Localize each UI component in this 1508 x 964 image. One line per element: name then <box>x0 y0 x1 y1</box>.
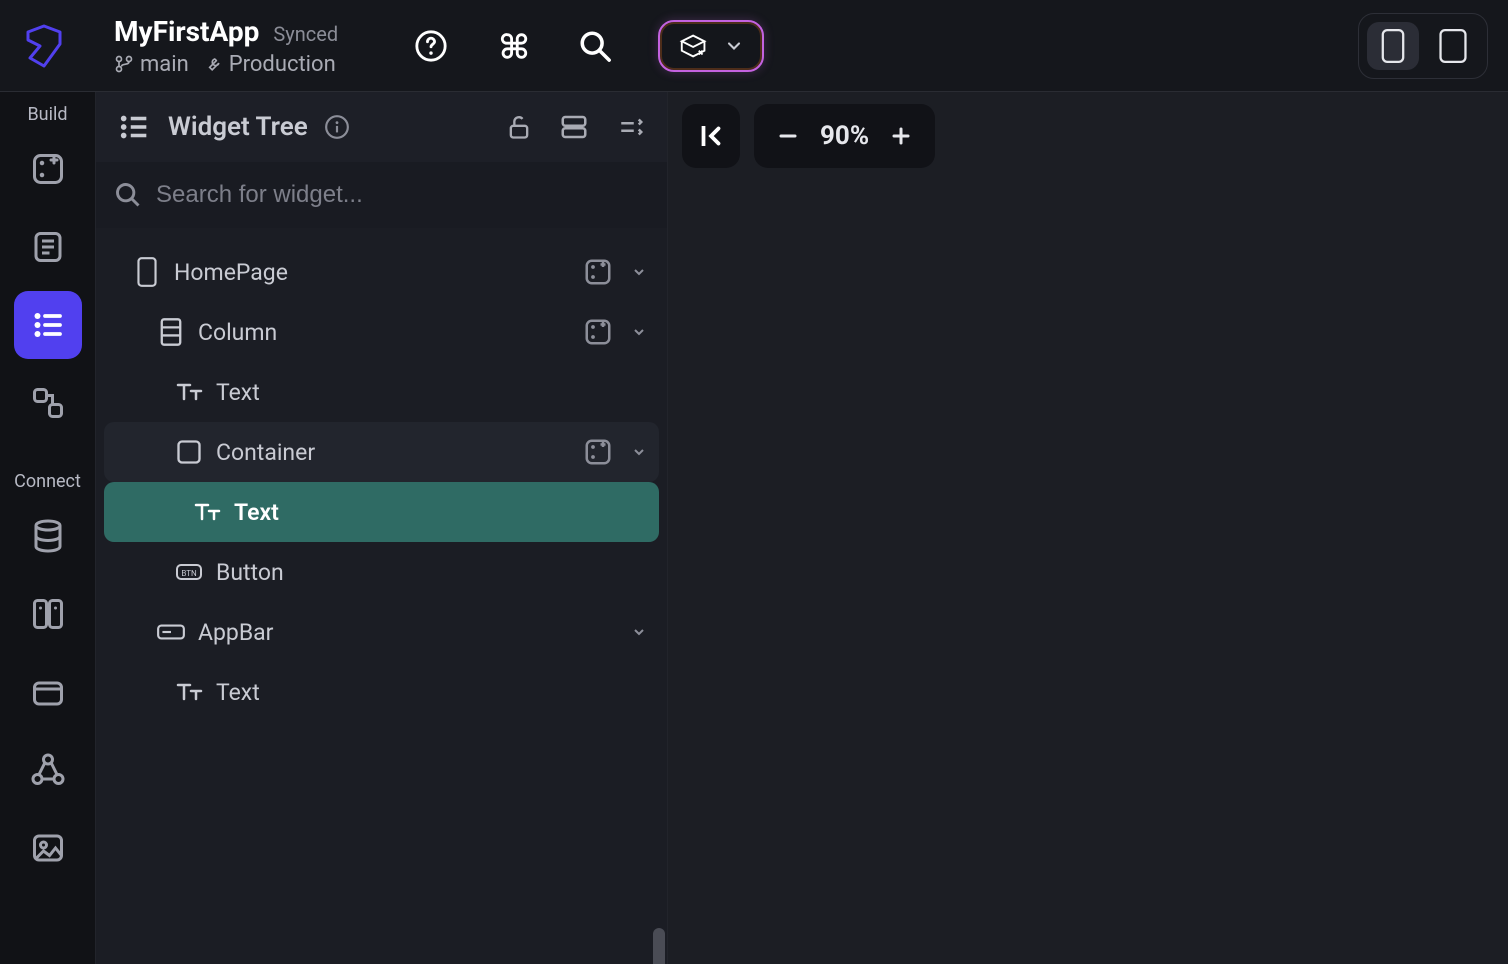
zoom-in-button[interactable] <box>879 114 923 158</box>
zoom-out-button[interactable] <box>766 114 810 158</box>
tree-row-label: HomePage <box>174 259 583 286</box>
sync-status: Synced <box>273 22 338 46</box>
tree-row-label: Button <box>216 559 647 586</box>
container-icon <box>175 438 203 466</box>
appbar-icon <box>156 622 186 642</box>
branch-icon <box>114 54 134 74</box>
svg-text:BTN: BTN <box>181 569 197 578</box>
ai-icon <box>678 30 712 62</box>
tree-row-button[interactable]: BTN Button <box>104 542 659 602</box>
env-name: Production <box>229 52 336 77</box>
rail-widget-tree[interactable] <box>14 291 82 359</box>
command-icon[interactable] <box>494 27 532 65</box>
rail-appstate[interactable] <box>14 658 82 726</box>
chevron-down-icon[interactable] <box>631 624 647 640</box>
tree-title: Widget Tree <box>168 112 308 142</box>
tree-panel: Widget Tree HomePage <box>96 92 668 964</box>
top-icons <box>412 20 764 72</box>
column-icon <box>159 317 183 347</box>
chevron-down-icon[interactable] <box>631 264 647 280</box>
nav-rail: Build Connect <box>0 92 96 964</box>
rows-icon[interactable] <box>559 112 589 142</box>
top-bar: MyFirstApp Synced main Production <box>0 0 1508 92</box>
tree-row-label: Text <box>216 679 647 706</box>
tool-icon <box>203 54 223 74</box>
search-icon[interactable] <box>576 27 614 65</box>
tree-scroll[interactable]: HomePage Column Text Con <box>96 228 667 964</box>
app-logo-icon[interactable] <box>14 16 74 76</box>
tree-row-label: Text <box>234 499 647 526</box>
add-child-icon[interactable] <box>583 317 613 347</box>
button-icon: BTN <box>175 560 203 584</box>
tree-search-input[interactable] <box>156 181 649 209</box>
rail-media[interactable] <box>14 814 82 882</box>
tree-row-text1[interactable]: Text <box>104 362 659 422</box>
zoom-value[interactable]: 90% <box>820 121 869 151</box>
project-title[interactable]: MyFirstApp <box>114 15 259 48</box>
project-meta: MyFirstApp Synced main Production <box>114 15 338 77</box>
expand-collapse-icon[interactable] <box>615 112 645 142</box>
branch-name: main <box>140 52 189 77</box>
chevron-down-icon[interactable] <box>631 324 647 340</box>
rail-storyboard[interactable] <box>14 369 82 437</box>
text-icon <box>193 500 221 524</box>
rail-add-widget[interactable] <box>14 135 82 203</box>
tree-row-label: Column <box>198 319 583 346</box>
rail-datatypes[interactable] <box>14 580 82 648</box>
add-child-icon[interactable] <box>583 257 613 287</box>
phone-icon <box>134 256 160 288</box>
rail-build-label: Build <box>27 104 67 125</box>
scrollbar[interactable] <box>653 928 665 964</box>
text-icon <box>175 680 203 704</box>
panel-collapse-button[interactable] <box>682 104 740 168</box>
tree-header: Widget Tree <box>96 92 667 162</box>
tree-row-label: AppBar <box>198 619 631 646</box>
canvas-toolbar: 90% <box>682 104 935 168</box>
add-child-icon[interactable] <box>583 437 613 467</box>
tree-row-container[interactable]: Container <box>104 422 659 482</box>
canvas[interactable]: 90% Page Title Column Text llo World Hel… <box>668 92 1508 964</box>
tree-row-label: Container <box>216 439 583 466</box>
tree-row-text3[interactable]: Text <box>104 662 659 722</box>
search-icon <box>114 181 142 209</box>
branch-chip[interactable]: main <box>114 52 189 77</box>
chevron-down-icon[interactable] <box>631 444 647 460</box>
rail-api[interactable] <box>14 736 82 804</box>
text-icon <box>175 380 203 404</box>
device-tablet[interactable] <box>1427 22 1479 70</box>
tree-row-homepage[interactable]: HomePage <box>104 242 659 302</box>
list-icon <box>118 110 152 144</box>
chevron-down-icon <box>724 36 744 56</box>
rail-firestore[interactable] <box>14 502 82 570</box>
tree-row-text2[interactable]: Text <box>104 482 659 542</box>
collapse-left-icon <box>696 121 726 151</box>
ai-dropdown[interactable] <box>658 20 764 72</box>
tree-row-label: Text <box>216 379 647 406</box>
tree-search-row <box>96 162 667 228</box>
rail-connect-label: Connect <box>14 471 81 492</box>
zoom-control: 90% <box>754 104 935 168</box>
tree-row-column[interactable]: Column <box>104 302 659 362</box>
env-chip[interactable]: Production <box>203 52 336 77</box>
device-phone[interactable] <box>1367 22 1419 70</box>
device-switcher <box>1358 13 1488 79</box>
info-icon[interactable] <box>324 114 350 140</box>
rail-pages[interactable] <box>14 213 82 281</box>
help-icon[interactable] <box>412 27 450 65</box>
lock-open-icon[interactable] <box>505 113 533 141</box>
tree-row-appbar[interactable]: AppBar <box>104 602 659 662</box>
